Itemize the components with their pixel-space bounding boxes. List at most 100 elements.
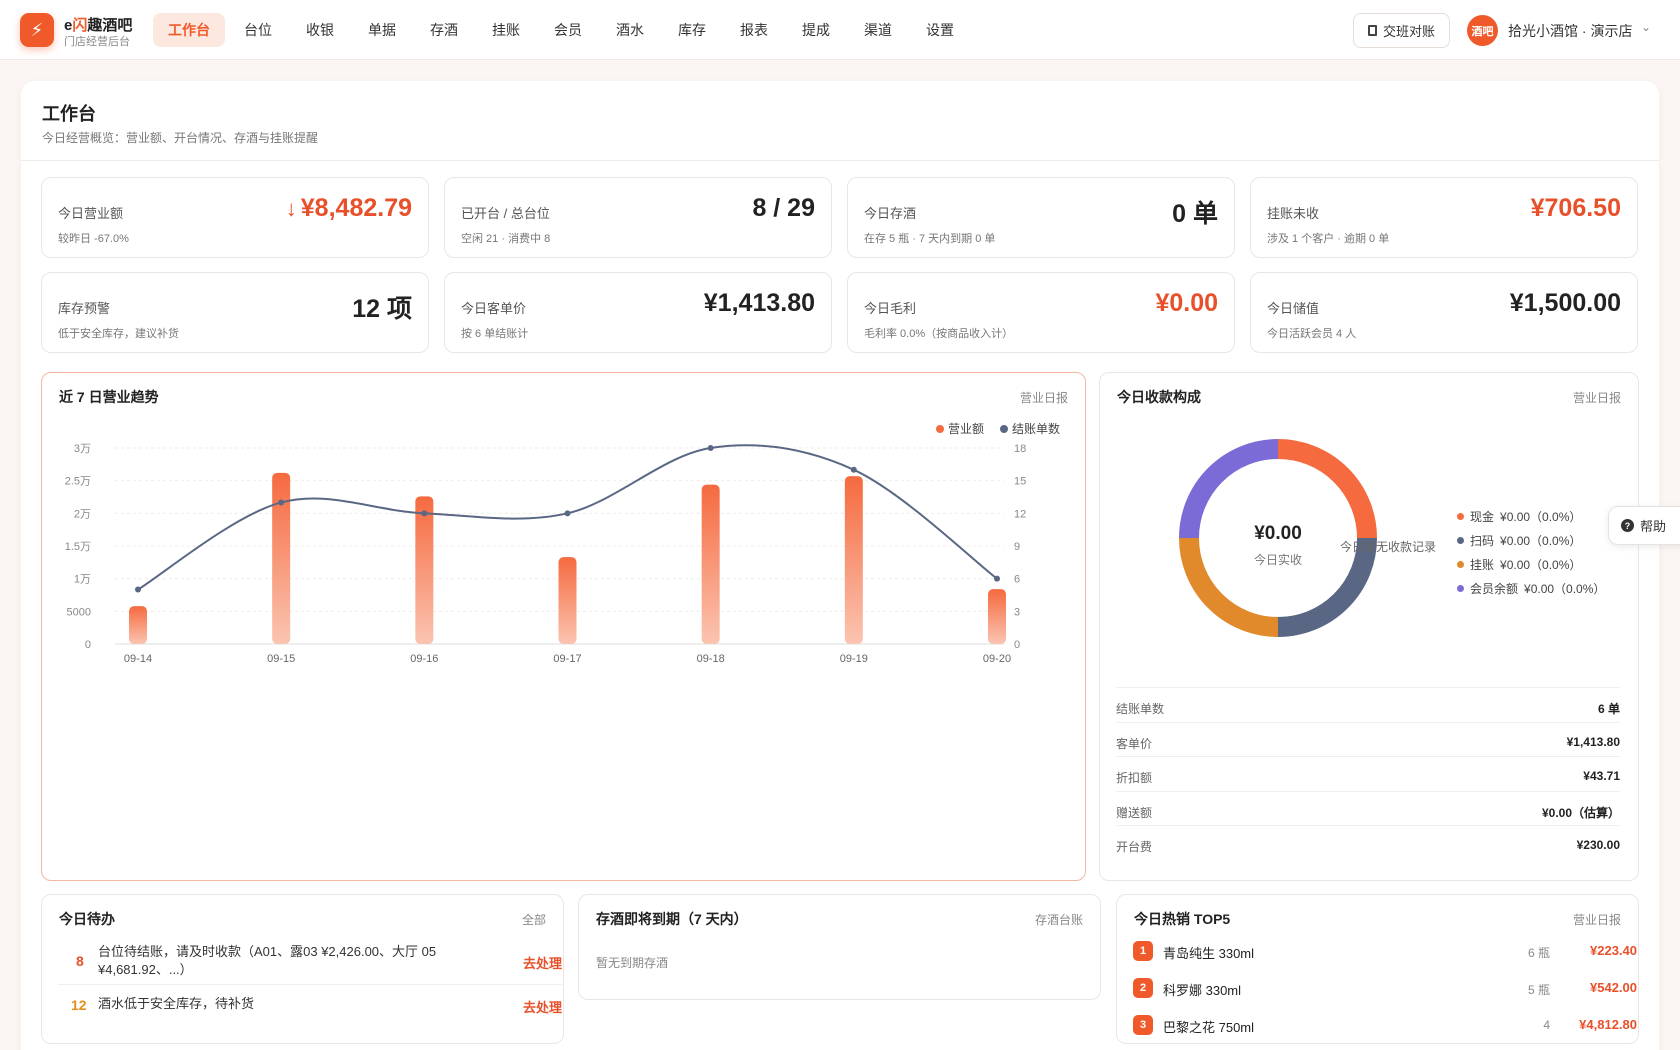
lightning-icon: ⚡ <box>30 19 44 40</box>
y-right-tick: 18 <box>1014 443 1026 455</box>
nav-item-5[interactable]: 挂账 <box>477 13 535 47</box>
donut-center-value: ¥0.00 <box>1254 523 1302 544</box>
kpi-subtext: 毛利率 0.0%（按商品收入计） <box>864 328 1014 340</box>
legend-amount: ¥0.00（0.0%） <box>1500 510 1582 524</box>
kpi-subtext: 较昨日 -67.0% <box>58 233 129 245</box>
bar-09-16[interactable] <box>415 496 434 644</box>
kpi-value: ↓ ¥8,482.79 <box>286 194 412 223</box>
kpi-card-0[interactable]: 今日营业额 较昨日 -67.0% ↓ ¥8,482.79 <box>41 177 429 258</box>
line-point-09-19[interactable] <box>850 466 857 473</box>
nav-item-3[interactable]: 单据 <box>353 13 411 47</box>
arrow-down-icon: ↓ <box>285 196 297 221</box>
top-bar: ⚡ e闪趣酒吧 门店经营后台 工作台 台位 收银 单据 存酒 挂账 会员 酒水 库存 报表 提成 渠道… <box>0 0 1680 60</box>
kpi-value: 0 单 <box>1172 194 1218 230</box>
line-point-09-18[interactable] <box>707 445 714 451</box>
help-button[interactable]: ? 帮助 <box>1608 506 1680 545</box>
kpi-card-6[interactable]: 今日毛利 毛利率 0.0%（按商品收入计） ¥0.00 <box>847 272 1235 353</box>
line-point-09-15[interactable] <box>278 499 285 506</box>
stat-key: 客单价 <box>1116 736 1153 751</box>
line-point-09-20[interactable] <box>994 575 1000 582</box>
y-left-tick: 1万 <box>74 574 91 586</box>
payment-legend-item[interactable]: 扫码 ¥0.00（0.0%） <box>1457 532 1581 549</box>
bar-09-15[interactable] <box>272 472 291 644</box>
store-avatar[interactable]: 酒吧 <box>1467 15 1498 46</box>
nav-item-1[interactable]: 台位 <box>229 13 287 47</box>
nav-item-8[interactable]: 库存 <box>663 13 721 47</box>
y-right-tick: 15 <box>1014 476 1026 488</box>
expiry-ledger-link[interactable]: 存酒台账 <box>1035 911 1083 928</box>
kpi-card-2[interactable]: 今日存酒 在存 5 瓶 · 7 天内到期 0 单 0 单 <box>847 177 1235 258</box>
todo-all-link[interactable]: 全部 <box>522 911 546 928</box>
product-name: 青岛纯生 330ml <box>1163 946 1255 961</box>
payment-legend-item[interactable]: 挂账 ¥0.00（0.0%） <box>1457 556 1581 573</box>
payment-legend-item[interactable]: 现金 ¥0.00（0.0%） <box>1457 508 1581 525</box>
todo-action-button[interactable]: 去处理 <box>523 997 562 1016</box>
kpi-subtext: 按 6 单结账计 <box>461 328 529 340</box>
store-name[interactable]: 拾光小酒馆 · 演示店 <box>1508 21 1632 41</box>
nav-item-9[interactable]: 报表 <box>725 13 783 47</box>
bar-09-19[interactable] <box>844 476 863 644</box>
kpi-value-text: 12 项 <box>352 295 412 323</box>
nav-item-6[interactable]: 会员 <box>539 13 597 47</box>
kpi-card-4[interactable]: 库存预警 低于安全库存，建议补货 12 项 <box>41 272 429 353</box>
payment-stat-row: 折扣额 ¥43.71 <box>1116 756 1620 790</box>
nav-item-4[interactable]: 存酒 <box>415 13 473 47</box>
stat-value: ¥43.71 <box>1583 769 1620 783</box>
kpi-card-3[interactable]: 挂账未收 涉及 1 个客户 · 逾期 0 单 ¥706.50 <box>1250 177 1638 258</box>
bar-09-20[interactable] <box>988 589 1006 644</box>
legend-amount: ¥0.00（0.0%） <box>1500 534 1582 548</box>
nav-item-7[interactable]: 酒水 <box>601 13 659 47</box>
trend-chart: 0 5000 1万 1.5万 2万 2.5万 3万 0 3 6 9 12 15 18 09-14 09-15 0… <box>65 421 1060 665</box>
stat-value: ¥1,413.80 <box>1566 734 1620 749</box>
bar-09-17[interactable] <box>558 557 577 644</box>
todo-text: 台位待结账，请及时收款（A01、露03 ¥2,426.00、大厅 05 ¥4,6… <box>98 944 437 977</box>
todo-action-button[interactable]: 去处理 <box>523 953 562 972</box>
payment-report-link[interactable]: 营业日报 <box>1573 389 1621 406</box>
stat-key: 赠送额 <box>1116 805 1153 820</box>
line-point-09-16[interactable] <box>421 510 428 517</box>
nav-item-2[interactable]: 收银 <box>291 13 349 47</box>
product-amount: ¥542.00 <box>1590 980 1637 995</box>
kpi-subtext: 今日活跃会员 4 人 <box>1267 328 1357 340</box>
line-point-09-17[interactable] <box>564 510 571 517</box>
kpi-value: 8 / 29 <box>752 194 815 223</box>
stat-key: 结账单数 <box>1116 702 1165 716</box>
nav-item-0[interactable]: 工作台 <box>153 13 225 47</box>
nav-item-10[interactable]: 提成 <box>787 13 845 47</box>
kpi-card-7[interactable]: 今日储值 今日活跃会员 4 人 ¥1,500.00 <box>1250 272 1638 353</box>
kpi-card-5[interactable]: 今日客单价按 6 单结账计 ¥1,413.80 <box>444 272 832 353</box>
kpi-value-text: ¥1,500.00 <box>1509 289 1621 317</box>
legend-dot <box>1457 561 1464 568</box>
kpi-label: 库存预警 <box>58 301 111 316</box>
top5-item[interactable]: 3 巴黎之花 750ml 4 ¥4,812.80 <box>1133 1011 1637 1041</box>
kpi-card-1[interactable]: 已开台 / 总台位 空闲 21 · 消费中 8 8 / 29 <box>444 177 832 258</box>
y-right-tick: 3 <box>1014 606 1020 618</box>
legend-dot-orders <box>1000 425 1008 433</box>
y-left-tick: 2万 <box>74 508 91 520</box>
payment-card: 今日收款构成 营业日报 ¥0.00 今日实收 今日暂无收款记录 现金 ¥0.00（… <box>1099 372 1639 881</box>
payment-stat-row: 客单价 ¥1,413.80 <box>1116 721 1620 756</box>
kpi-value: ¥1,413.80 <box>704 289 815 318</box>
line-point-09-14[interactable] <box>135 586 141 593</box>
bar-09-18[interactable] <box>701 484 720 644</box>
trend-card: 近 7 日营业趋势 营业日报 0 5000 1万 1.5万 2万 2.5万 3万 0 3 6 9 12… <box>41 372 1086 881</box>
trend-report-link[interactable]: 营业日报 <box>1020 389 1068 406</box>
nav-item-11[interactable]: 渠道 <box>849 13 907 47</box>
rank-badge: 2 <box>1133 978 1153 998</box>
nav-item-12[interactable]: 设置 <box>911 13 969 47</box>
bar-09-14[interactable] <box>129 606 147 644</box>
x-tick: 09-14 <box>124 653 152 665</box>
chevron-down-icon[interactable]: ⌄ <box>1641 20 1651 34</box>
shift-reconcile-button[interactable]: 交班对账 <box>1353 13 1450 48</box>
kpi-label: 今日存酒 <box>864 206 917 221</box>
page-header: 工作台 今日经营概览：营业额、开台情况、存酒与挂账提醒 <box>21 81 1659 161</box>
top5-item[interactable]: 1 青岛纯生 330ml 6 瓶 ¥223.40 <box>1133 937 1637 967</box>
logo[interactable]: ⚡ <box>20 13 54 47</box>
kpi-value: ¥0.00 <box>1155 289 1218 318</box>
top5-item[interactable]: 2 科罗娜 330ml 5 瓶 ¥542.00 <box>1133 974 1637 1004</box>
payment-legend-item[interactable]: 会员余额 ¥0.00（0.0%） <box>1457 580 1605 597</box>
top5-report-link[interactable]: 营业日报 <box>1573 911 1621 928</box>
main-nav: 工作台 台位 收银 单据 存酒 挂账 会员 酒水 库存 报表 提成 渠道 设置 <box>153 13 969 47</box>
product-amount: ¥223.40 <box>1590 943 1637 958</box>
y-left-tick: 1.5万 <box>65 541 91 553</box>
